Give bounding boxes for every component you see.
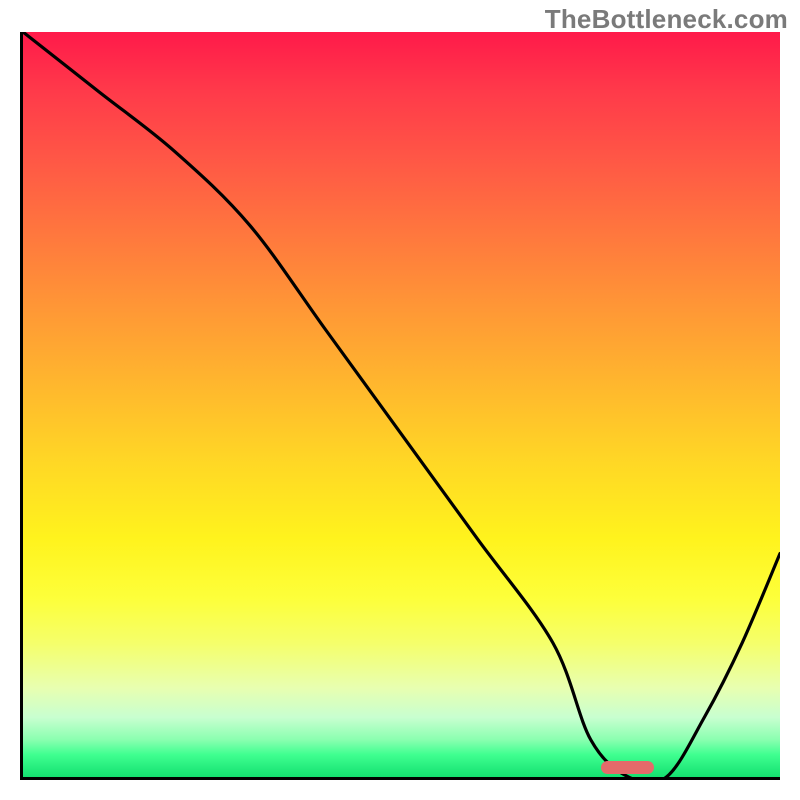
plot-area [20,32,780,780]
watermark-text: TheBottleneck.com [545,4,788,35]
optimum-range-marker [601,761,654,774]
bottleneck-chart: TheBottleneck.com [0,0,800,800]
bottleneck-curve-line [23,32,780,777]
